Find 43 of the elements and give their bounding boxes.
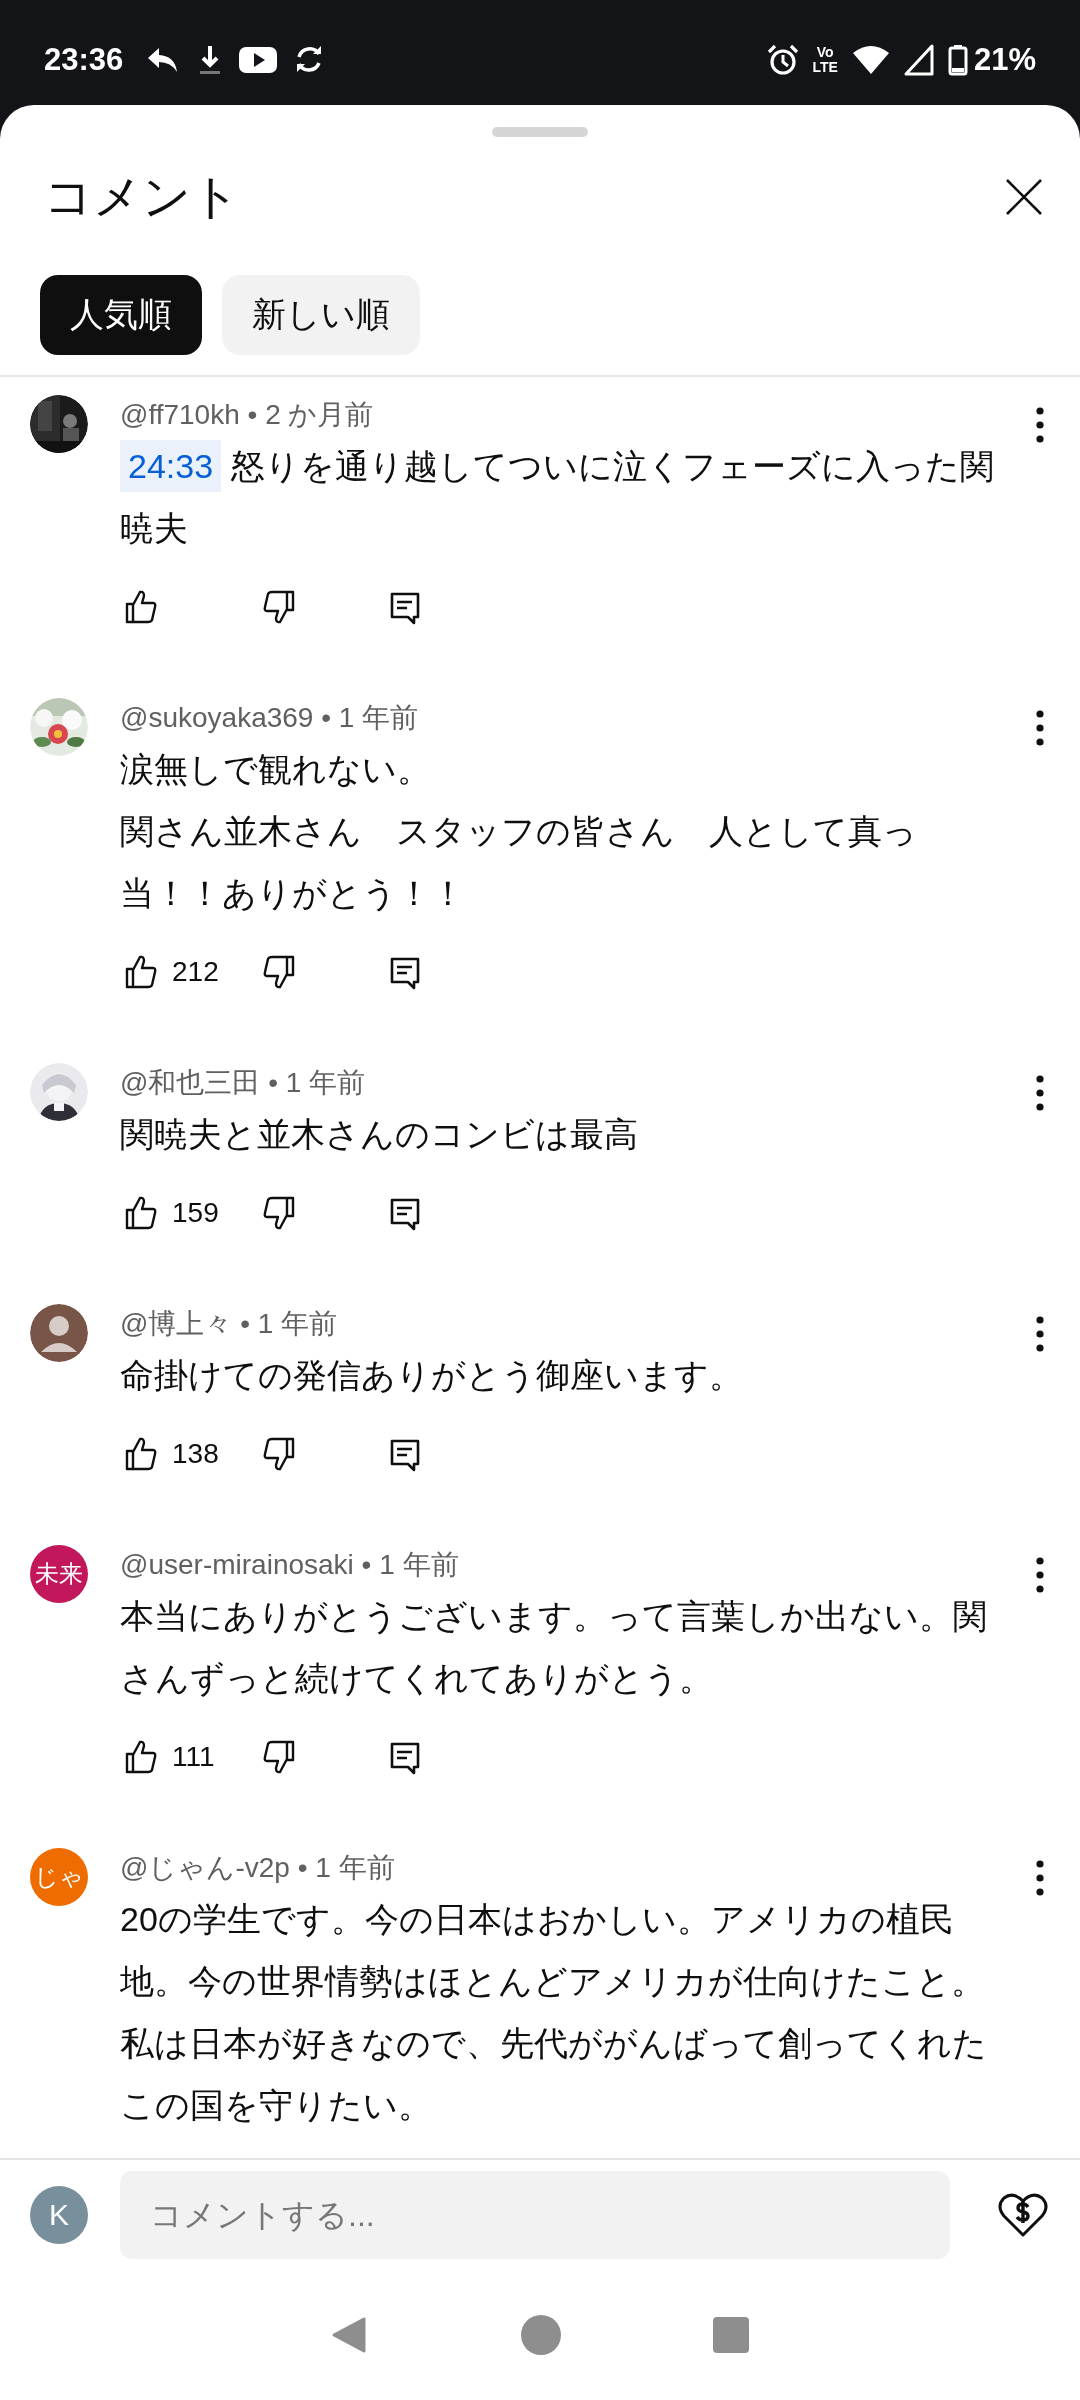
user-avatar: 未来: [30, 1545, 88, 1603]
like-count: 138: [172, 1438, 219, 1470]
wifi-icon: [851, 43, 890, 76]
comment-meta: @博上々 • 1 年前: [120, 1307, 339, 1341]
comment-meta: @sukoyaka369 • 1 年前: [120, 701, 420, 735]
video-play-icon: [239, 44, 278, 75]
status-time: 23:36: [44, 41, 124, 78]
comment-text: 涙無しで観れない。: [120, 749, 432, 790]
comment-text: 20の学生です。今の日本はおかしい。アメリカの植民地。今の世界情勢はほとんどアメリカが仕向けたこと。私は日本が好きなので、先代ががんばって創ってくれたこの国を守りたい。: [120, 1899, 988, 2126]
comment-text: 関暁夫と並木さんのコンビは最高: [120, 1114, 639, 1155]
user-avatar: じゃ: [30, 1848, 88, 1906]
signal-icon: [903, 43, 934, 76]
alarm-icon: [766, 43, 799, 76]
comment-meta: @ff710kh • 2 か月前: [120, 398, 375, 432]
close-button[interactable]: [1004, 177, 1044, 217]
more-icon[interactable]: [1034, 1073, 1046, 1113]
sort-chip[interactable]: 人気順: [40, 275, 202, 355]
sheet-title: コメント: [44, 169, 240, 225]
volte-label: Vo LTE: [812, 44, 838, 75]
battery-icon: [947, 43, 968, 76]
more-icon[interactable]: [1034, 708, 1046, 748]
like-count: 212: [172, 956, 219, 988]
comment-text: 命掛けての発信ありがとう御座います。: [120, 1355, 744, 1396]
comment-meta: @user-mirainosaki • 1 年前: [120, 1548, 460, 1582]
comment-meta: @和也三田 • 1 年前: [120, 1066, 367, 1100]
more-icon[interactable]: [1034, 1858, 1046, 1898]
comment-meta: @じゃん-v2p • 1 年前: [120, 1851, 396, 1885]
sort-chip[interactable]: 新しい順: [222, 275, 420, 355]
battery-percent: 21%: [973, 41, 1036, 78]
more-icon[interactable]: [1034, 1314, 1046, 1354]
recents-icon[interactable]: [712, 2316, 750, 2354]
user-avatar: K: [30, 2186, 88, 2244]
like-count: 111: [172, 1741, 215, 1773]
comment-text: 24:33 怒りを通り越してついに泣くフェーズに入った関暁夫: [120, 435, 1000, 559]
more-icon[interactable]: [1034, 1555, 1046, 1595]
like-count: 159: [172, 1197, 219, 1229]
comment-field[interactable]: コメントする...: [120, 2171, 950, 2259]
more-icon[interactable]: [1034, 405, 1046, 445]
timestamp-link[interactable]: 24:33: [120, 440, 222, 492]
comment-text: 関さん並木さん スタッフの皆さん 人として真っ当！！ありがとう！！: [120, 811, 918, 914]
drag-handle[interactable]: [492, 127, 588, 137]
comment-text: 本当にありがとうございます。って言葉しか出ない。関さんずっと続けてくれてありがとう。: [120, 1596, 988, 1699]
home-icon[interactable]: [520, 2314, 562, 2356]
